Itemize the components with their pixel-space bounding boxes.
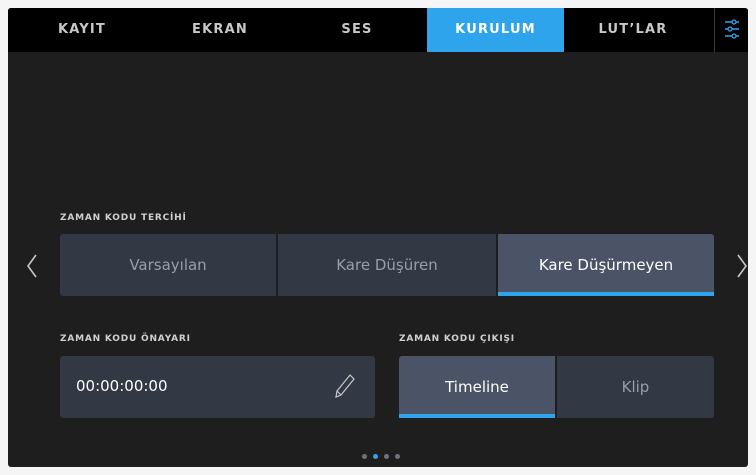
selection-underline <box>498 292 714 296</box>
option-kare-dusuren[interactable]: Kare Düşüren <box>278 234 496 296</box>
option-timeline[interactable]: Timeline <box>399 356 555 418</box>
timecode-preset-value: 00:00:00:00 <box>76 377 168 395</box>
timecode-pref-label: ZAMAN KODU TERCİHİ <box>60 213 187 223</box>
pencil-icon[interactable] <box>332 372 356 400</box>
selection-underline <box>399 414 555 418</box>
option-timeline-label: Timeline <box>445 378 509 396</box>
menu-button[interactable] <box>714 8 748 52</box>
page-dot-active <box>373 454 378 459</box>
tab-ekran[interactable]: EKRAN <box>171 8 269 52</box>
tab-ses[interactable]: SES <box>308 8 406 52</box>
tab-kayit[interactable]: KAYIT <box>33 8 131 52</box>
tab-lutlar[interactable]: LUT’LAR <box>583 8 683 52</box>
option-kare-dusurmeyen-label: Kare Düşürmeyen <box>538 256 674 274</box>
timecode-output-label: ZAMAN KODU ÇIKIŞI <box>399 334 515 344</box>
tab-bar: KAYIT EKRAN SES KURULUM LUT’LAR <box>8 8 748 52</box>
chevron-left-icon[interactable] <box>26 253 38 283</box>
timecode-preset-label: ZAMAN KODU ÖNAYARI <box>60 334 191 344</box>
page-dot <box>384 454 389 459</box>
page-dot <box>395 454 400 459</box>
settings-panel: KAYIT EKRAN SES KURULUM LUT’LAR ZAMAN KO… <box>8 8 748 467</box>
option-klip[interactable]: Klip <box>557 356 714 418</box>
option-kare-dusurmeyen[interactable]: Kare Düşürmeyen <box>498 234 714 296</box>
page-dot <box>362 454 367 459</box>
tab-kurulum[interactable]: KURULUM <box>427 8 564 52</box>
screen: KAYIT EKRAN SES KURULUM LUT’LAR ZAMAN KO… <box>0 0 756 475</box>
option-varsayilan[interactable]: Varsayılan <box>60 234 276 296</box>
sliders-icon <box>725 19 739 39</box>
timecode-preset-field[interactable]: 00:00:00:00 <box>60 356 375 418</box>
chevron-right-icon[interactable] <box>736 253 748 283</box>
